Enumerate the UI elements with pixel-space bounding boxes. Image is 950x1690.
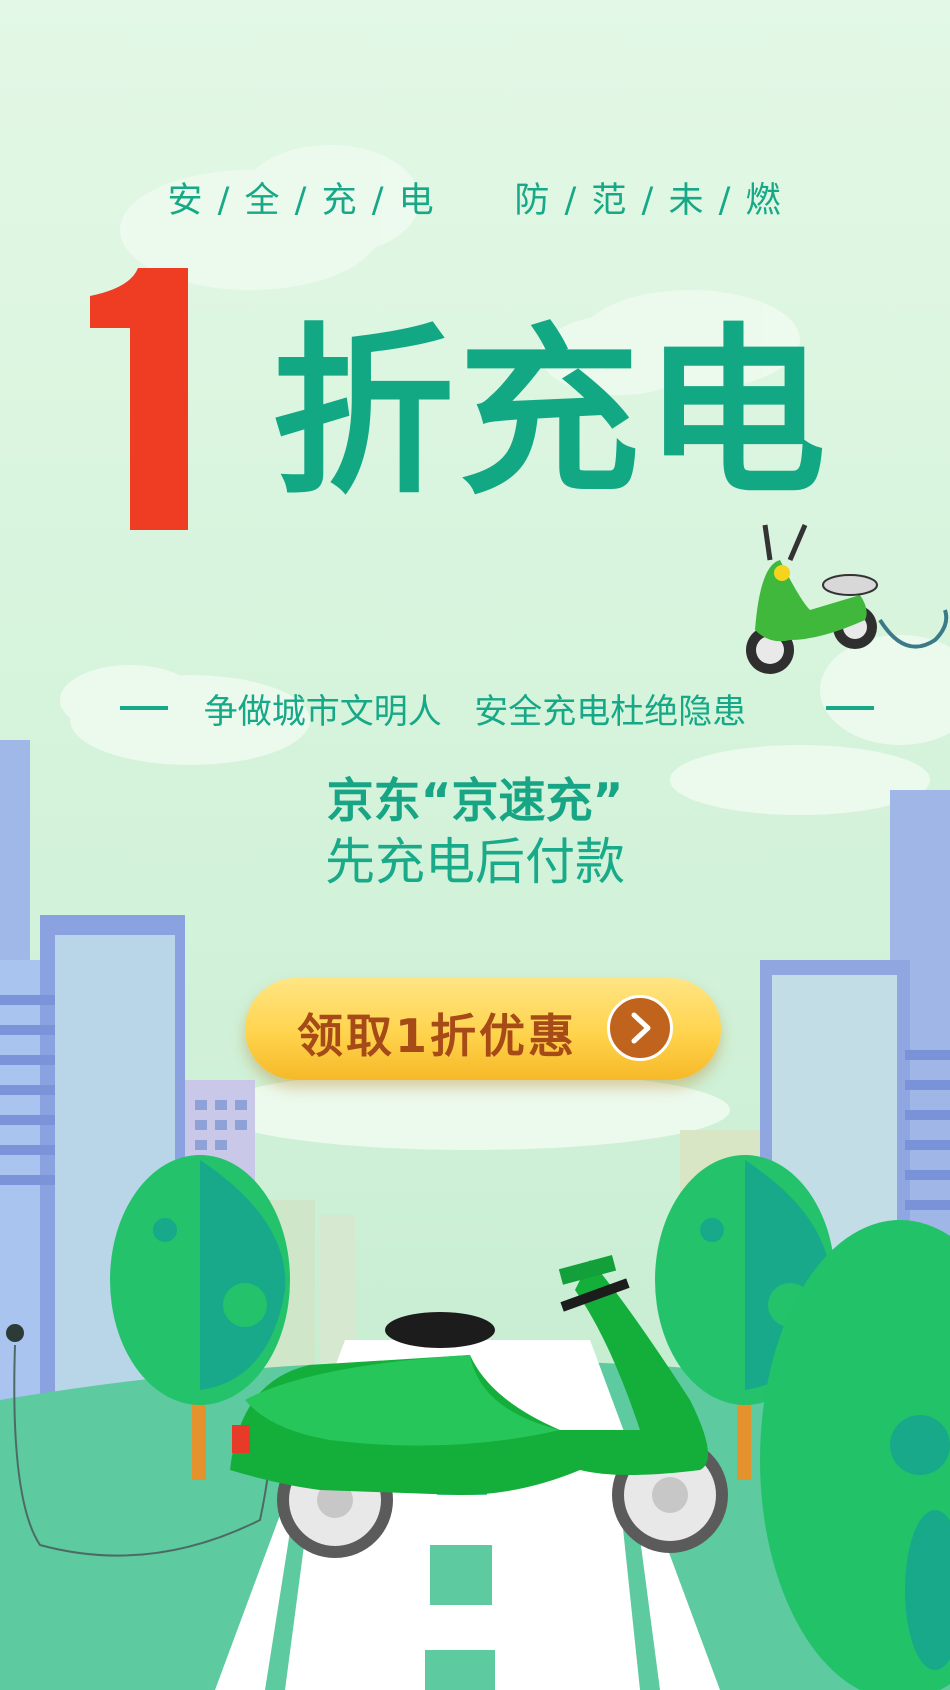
brand-name: 京东“京速充” xyxy=(326,774,624,829)
chevron-right-icon xyxy=(607,995,673,1061)
slogan-dash-right xyxy=(826,706,874,710)
claim-discount-button[interactable]: 领取1折优惠 xyxy=(245,978,721,1080)
number-one-glyph xyxy=(90,268,188,530)
tagline: 安 / 全 / 充 / 电 防 / 范 / 未 / 燃 xyxy=(167,181,783,221)
slogan-text: 争做城市文明人 安全充电杜绝隐患 xyxy=(203,692,747,732)
headline-title: 折充电 xyxy=(272,307,830,519)
subtitle: 先充电后付款 xyxy=(325,833,625,891)
slogan-row: 争做城市文明人 安全充电杜绝隐患 xyxy=(0,684,950,732)
headline-number: 1 xyxy=(90,268,200,530)
cta-label: 领取1折优惠 xyxy=(297,1009,578,1063)
promo-poster: 安 / 全 / 充 / 电 防 / 范 / 未 / 燃 1 折充电 争做城市文明… xyxy=(0,0,950,1690)
